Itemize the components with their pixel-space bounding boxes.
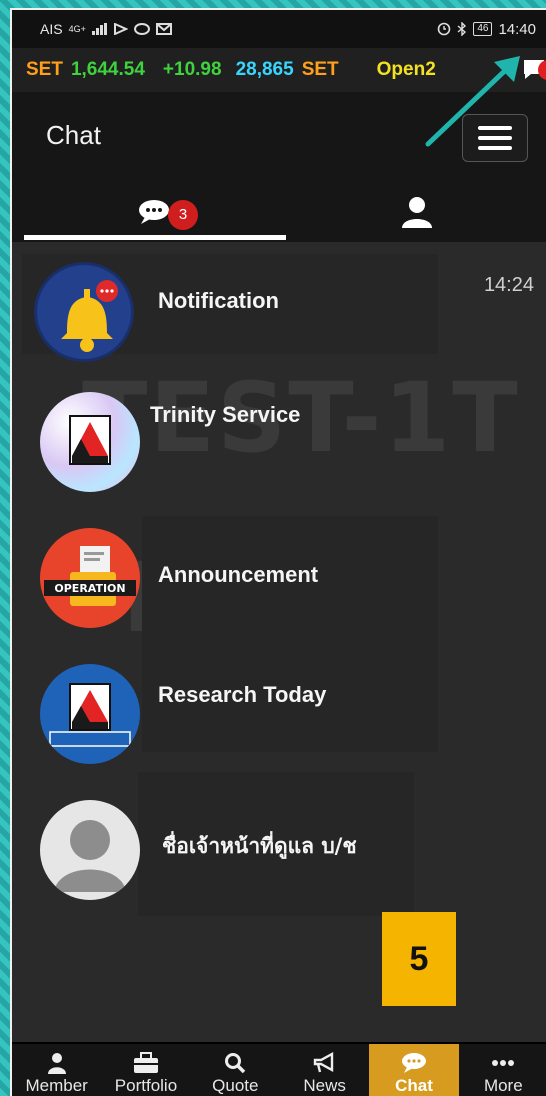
- search-icon: [225, 1053, 246, 1074]
- cast-icon: [113, 23, 128, 35]
- chat-item-name: ชื่อเจ้าหน้าที่ดูแล บ/ช: [162, 834, 357, 858]
- ticker-change: +10.98: [162, 59, 222, 80]
- tab-chats[interactable]: 3: [24, 182, 286, 242]
- nav-label: More: [483, 1076, 523, 1095]
- alarm-icon: [438, 22, 451, 36]
- ticker-label: SET: [26, 59, 63, 80]
- nav-label: Quote: [212, 1076, 259, 1095]
- signal-icon: [91, 23, 107, 35]
- chat-item-name: Trinity Service: [150, 402, 301, 427]
- trinity-research-logo: [40, 664, 140, 764]
- nav-news[interactable]: News: [280, 1044, 369, 1096]
- bluetooth-icon: [457, 22, 467, 36]
- nav-label: Member: [25, 1076, 88, 1095]
- step-badge: 5: [382, 912, 456, 1006]
- person-icon: [47, 1053, 66, 1074]
- person-icon: [402, 197, 432, 228]
- operation-icon: OPERATION: [40, 528, 140, 628]
- status-right: 46 14:40: [437, 21, 536, 38]
- chat-item-name: Research Today: [158, 682, 327, 707]
- status-left: AIS 4G+: [40, 21, 172, 37]
- chat-bubbles-icon: [139, 200, 169, 224]
- tab-bar: 3: [24, 182, 546, 242]
- default-user-graphic: [54, 820, 126, 892]
- ticker-index: 1,644.54: [70, 59, 145, 80]
- nav-chat[interactable]: Chat: [369, 1044, 459, 1096]
- bottom-nav: Member Portfolio Quote News Chat More: [12, 1042, 546, 1096]
- chat-list[interactable]: TEST-1T IS Notification 14:24: [12, 242, 546, 1042]
- ticker-volume-label: SET: [301, 59, 339, 80]
- nav-label: News: [303, 1076, 346, 1095]
- chat-item-announcement[interactable]: OPERATION Announcement: [12, 512, 546, 634]
- phone-screen: AIS 4G+ 46 14:40 SET 1,644.54 +10.98 28,…: [10, 8, 546, 1096]
- chat-item-notification[interactable]: Notification 14:24: [12, 254, 546, 372]
- tab-contacts[interactable]: [286, 182, 546, 242]
- svg-text:OPERATION: OPERATION: [54, 582, 125, 595]
- nav-label: Portfolio: [114, 1076, 178, 1095]
- megaphone-icon: [313, 1052, 333, 1073]
- status-time: 14:40: [498, 20, 536, 38]
- briefcase-icon: [133, 1052, 158, 1073]
- battery-indicator: 46: [473, 22, 493, 36]
- nav-more[interactable]: More: [459, 1044, 546, 1096]
- chat-item-account-officer[interactable]: ชื่อเจ้าหน้าที่ดูแล บ/ช: [12, 772, 546, 916]
- chat-item-time: 14:24: [483, 274, 534, 296]
- chat-item-research-today[interactable]: Research Today: [12, 634, 546, 764]
- default-user-icon: [40, 800, 140, 900]
- nav-quote[interactable]: Quote: [191, 1044, 280, 1096]
- nav-portfolio[interactable]: Portfolio: [101, 1044, 190, 1096]
- page-title: Chat: [46, 120, 101, 150]
- bell-icon: [34, 262, 134, 362]
- status-bar: AIS 4G+ 46 14:40: [12, 10, 546, 48]
- mail-icon: [155, 23, 172, 35]
- trinity-logo: [40, 392, 140, 492]
- carrier-label: AIS: [40, 21, 63, 37]
- trinity-research-graphic: [49, 683, 131, 747]
- chat-item-name: Announcement: [158, 562, 319, 587]
- chat-item-name: Notification: [158, 288, 279, 313]
- app-icon: [133, 23, 150, 35]
- chat-bubble-icon: [401, 1053, 426, 1073]
- trinity-logo-graphic: [69, 415, 111, 465]
- network-label: 4G+: [68, 24, 86, 34]
- operation-graphic: OPERATION: [44, 546, 136, 606]
- dots-icon: [492, 1060, 515, 1066]
- annotation-arrow-icon: [425, 56, 520, 147]
- nav-label: Chat: [395, 1076, 433, 1095]
- chat-count-badge: 3: [168, 200, 198, 230]
- nav-member[interactable]: Member: [12, 1044, 101, 1096]
- chat-item-trinity-service[interactable]: Trinity Service: [12, 372, 546, 492]
- ticker-volume: 28,865: [235, 59, 294, 80]
